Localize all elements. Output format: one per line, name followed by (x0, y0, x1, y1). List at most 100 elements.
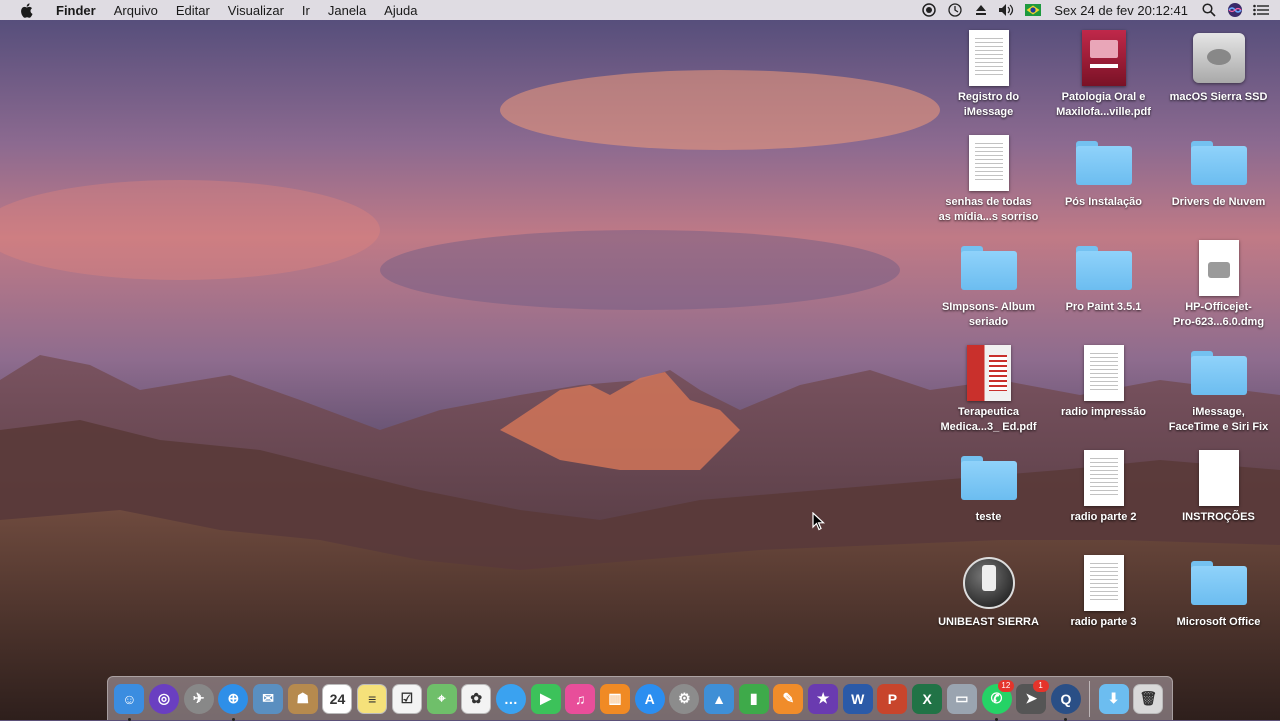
itunes-icon: ♫ (565, 683, 596, 714)
word-icon: W (842, 683, 873, 714)
desktop-icon-label: teste (975, 511, 1002, 523)
desktop-icon[interactable]: radio parte 2 (1046, 446, 1161, 525)
dock-item[interactable]: ▭ (945, 682, 980, 716)
blank-document-icon (1198, 450, 1239, 506)
dock-item[interactable]: ☺ (112, 682, 147, 721)
menu-janela[interactable]: Janela (319, 3, 375, 18)
menubar-clock[interactable]: Sex 24 de fev 20:12:41 (1046, 3, 1196, 18)
desktop-icon[interactable]: HP-Officejet- Pro-623...6.0.dmg (1161, 236, 1276, 330)
dock-item[interactable]: ▶ (528, 682, 563, 716)
desktop-icon[interactable]: Pro Paint 3.5.1 (1046, 236, 1161, 315)
dock-item[interactable]: ✆ 12 (979, 679, 1014, 721)
siri-icon[interactable] (1224, 0, 1246, 20)
dock-item[interactable]: ⚙ (667, 682, 702, 716)
dock-item[interactable]: ✎ (771, 682, 806, 716)
desktop-icon[interactable]: teste (931, 446, 1046, 525)
dock-item[interactable]: P (875, 682, 910, 716)
trash-icon: 🗑 (1133, 683, 1164, 714)
desktop-icon[interactable]: senhas de todas as mídia...s sorriso (931, 131, 1046, 225)
dock-item[interactable]: ✉ (251, 682, 286, 716)
mail-stamp-icon: ✉ (253, 683, 284, 714)
dock-item[interactable]: ⌖ (424, 682, 459, 716)
finder-icon: ☺ (114, 683, 145, 714)
desktop-icon[interactable]: iMessage, FaceTime e Siri Fix (1161, 341, 1276, 435)
hard-disk-icon (1192, 33, 1245, 83)
dock-item[interactable]: A (632, 682, 667, 716)
dock-item[interactable]: ♫ (563, 682, 598, 716)
menu-app-finder[interactable]: Finder (50, 3, 105, 18)
time-machine-icon[interactable] (944, 0, 966, 20)
dock-item[interactable]: ⊕ (216, 682, 251, 721)
powerpoint-icon: P (877, 683, 908, 714)
dock-item[interactable]: ▥ (598, 682, 633, 716)
excel-icon: X (912, 683, 943, 714)
volume-icon[interactable] (996, 0, 1018, 20)
desktop-icon[interactable]: macOS Sierra SSD (1161, 26, 1276, 105)
folder-icon (960, 456, 1017, 500)
desktop-icon[interactable]: Patologia Oral e Maxilofa...ville.pdf (1046, 26, 1161, 120)
dock-item[interactable]: ☗ (285, 682, 320, 716)
notes-icon: ≡ (357, 683, 388, 714)
desktop-icon[interactable]: SImpsons- Album seriado (931, 236, 1046, 330)
mouse-cursor (812, 512, 826, 531)
folder-icon (1190, 351, 1247, 395)
siri-icon: ◎ (149, 683, 180, 714)
dock-item[interactable]: ★ (806, 682, 841, 716)
dock-item[interactable]: X (910, 682, 945, 716)
menu-editar[interactable]: Editar (167, 3, 219, 18)
desktop-icon-label: iMessage, FaceTime e Siri Fix (1168, 406, 1269, 433)
menu-ajuda[interactable]: Ajuda (375, 3, 426, 18)
desktop-icon-label: Patologia Oral e Maxilofa...ville.pdf (1056, 91, 1151, 118)
desktop-icon-label: macOS Sierra SSD (1169, 91, 1268, 103)
desktop-icon[interactable]: UNIBEAST SIERRA (931, 551, 1046, 630)
messages-icon: … (495, 683, 526, 714)
dock-item[interactable]: W (840, 682, 875, 716)
desktop-icon[interactable]: radio impressão (1046, 341, 1161, 420)
menu-ir[interactable]: Ir (293, 3, 319, 18)
document-icon (1083, 345, 1124, 401)
dock-item[interactable]: ≡ (355, 682, 390, 716)
disk-image-icon (1198, 240, 1239, 296)
screen-record-icon[interactable] (918, 0, 940, 20)
running-indicator (1064, 717, 1068, 721)
desktop-icon-label: Microsoft Office (1176, 616, 1261, 628)
dock-item[interactable]: ✿ (459, 682, 494, 716)
desktop-icon-label: Registro do iMessage (957, 91, 1020, 118)
quicktime-icon: Q (1050, 683, 1081, 714)
dock-item[interactable]: ⬇ (1096, 682, 1131, 716)
desktop-icon-label: UNIBEAST SIERRA (938, 616, 1039, 628)
contacts-icon: ☗ (287, 683, 318, 714)
document-icon (1083, 450, 1124, 506)
system-preferences-icon: ⚙ (669, 683, 700, 714)
desktop-icon[interactable]: Microsoft Office (1161, 551, 1276, 630)
menu-visualizar[interactable]: Visualizar (219, 3, 293, 18)
dock-item[interactable]: … (494, 682, 529, 716)
app-store-icon: A (634, 683, 665, 714)
running-indicator (995, 717, 999, 721)
dock-item[interactable]: ✈ (181, 682, 216, 716)
numbers-icon: ▮ (738, 683, 769, 714)
desktop-icon[interactable]: radio parte 3 (1046, 551, 1161, 630)
notification-badge: 1 (1032, 679, 1049, 692)
folder-icon (960, 246, 1017, 290)
brazil-flag-icon[interactable] (1022, 0, 1044, 20)
dock-item[interactable]: Q (1049, 682, 1084, 721)
desktop-icon[interactable]: Pós Instalação (1046, 131, 1161, 210)
eject-icon[interactable] (970, 0, 992, 20)
search-icon[interactable] (1198, 0, 1220, 20)
notification-center-icon[interactable] (1250, 0, 1272, 20)
dock-item[interactable]: ▲ (702, 682, 737, 716)
launchpad-icon: ✈ (183, 683, 214, 714)
desktop-icon[interactable]: Drivers de Nuvem (1161, 131, 1276, 210)
desktop-icon[interactable]: INSTROÇÕES (1161, 446, 1276, 525)
menu-arquivo[interactable]: Arquivo (105, 3, 167, 18)
desktop-icon[interactable]: Terapeutica Medica...3_ Ed.pdf (931, 341, 1046, 435)
dock-item[interactable]: ☑ (390, 682, 425, 716)
dock-item[interactable]: ▮ (736, 682, 771, 716)
dock-item[interactable]: ➤ 1 (1014, 679, 1049, 716)
dock-item[interactable]: ◎ (147, 682, 182, 716)
dock-item[interactable]: 24 (320, 682, 355, 716)
dock-item[interactable]: 🗑 (1131, 682, 1166, 716)
desktop-icon[interactable]: Registro do iMessage (931, 26, 1046, 120)
apple-menu-icon[interactable] (16, 2, 36, 18)
